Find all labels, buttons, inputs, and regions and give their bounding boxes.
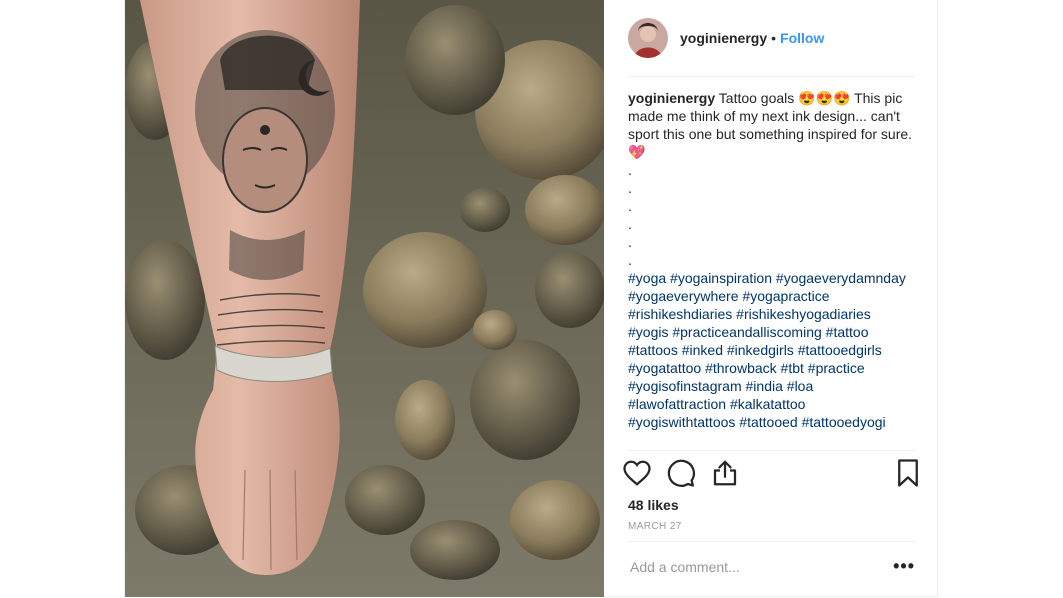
- hashtag-link[interactable]: #yogatattoo: [628, 360, 701, 376]
- comment-button[interactable]: [666, 457, 696, 489]
- hashtag-list: #yoga #yogainspiration #yogaeverydamnday…: [628, 269, 915, 431]
- like-button[interactable]: [622, 457, 652, 489]
- hashtag-link[interactable]: #yogainspiration: [670, 270, 772, 286]
- tattoo-arm-photo: [125, 0, 604, 597]
- hashtag-link[interactable]: #loa: [787, 378, 813, 394]
- instagram-post: yoginienergy • Follow yoginienergy Tatto…: [124, 0, 938, 597]
- hashtag-link[interactable]: #yogiswithtattoos: [628, 414, 735, 430]
- comment-icon: [667, 459, 695, 487]
- hashtag-link[interactable]: #kalkatattoo: [730, 396, 806, 412]
- hashtag-link[interactable]: #tattooed: [739, 414, 797, 430]
- hashtag-link[interactable]: #yoga: [628, 270, 666, 286]
- hashtag-link[interactable]: #tbt: [781, 360, 804, 376]
- post-sidebar: yoginienergy • Follow yoginienergy Tatto…: [604, 0, 939, 597]
- hashtag-link[interactable]: #practice: [808, 360, 865, 376]
- hashtag-link[interactable]: #tattoo: [826, 324, 869, 340]
- hashtag-link[interactable]: #tattooedgirls: [798, 342, 882, 358]
- hashtag-link[interactable]: #rishikeshyogadiaries: [736, 306, 871, 322]
- share-button[interactable]: [710, 457, 740, 489]
- follow-button[interactable]: Follow: [780, 30, 824, 46]
- post-actions: [622, 457, 918, 491]
- hashtag-link[interactable]: #inked: [682, 342, 723, 358]
- hashtag-link[interactable]: #inkedgirls: [727, 342, 794, 358]
- like-count[interactable]: 48 likes: [628, 497, 679, 513]
- header-separator: •: [771, 30, 777, 46]
- caption-divider: [628, 450, 915, 451]
- caption-dot: .: [628, 162, 632, 178]
- share-icon: [713, 460, 737, 486]
- caption-dots: . . . . . .: [628, 161, 915, 269]
- heart-icon: [623, 460, 651, 486]
- hashtag-link[interactable]: #throwback: [705, 360, 777, 376]
- hashtag-link[interactable]: #practiceandalliscoming: [672, 324, 821, 340]
- hashtag-link[interactable]: #yogaeverywhere: [628, 288, 739, 304]
- save-button[interactable]: [893, 457, 923, 489]
- hashtag-link[interactable]: #yogisofinstagram: [628, 378, 742, 394]
- caption-dot: .: [628, 180, 632, 196]
- hashtag-link[interactable]: #yogapractice: [742, 288, 829, 304]
- comment-form: •••: [628, 552, 915, 588]
- more-options-icon[interactable]: •••: [893, 556, 915, 577]
- hashtag-link[interactable]: #yogis: [628, 324, 668, 340]
- hashtag-link[interactable]: #tattoos: [628, 342, 678, 358]
- bookmark-icon: [898, 459, 918, 487]
- caption-dot: .: [628, 198, 632, 214]
- avatar-image: [628, 18, 668, 58]
- caption-username[interactable]: yoginienergy: [628, 90, 715, 106]
- caption-dot: .: [628, 252, 632, 268]
- post-header: yoginienergy • Follow: [628, 16, 915, 60]
- hashtag-link[interactable]: #lawofattraction: [628, 396, 726, 412]
- avatar[interactable]: [628, 18, 668, 58]
- hashtag-link[interactable]: #tattooedyogi: [802, 414, 886, 430]
- caption-dot: .: [628, 234, 632, 250]
- post-username[interactable]: yoginienergy: [680, 30, 767, 46]
- caption-dot: .: [628, 216, 632, 232]
- comment-input[interactable]: [628, 558, 862, 576]
- hashtag-link[interactable]: #india: [746, 378, 783, 394]
- header-divider: [628, 76, 915, 77]
- hashtag-link[interactable]: #rishikeshdiaries: [628, 306, 732, 322]
- post-photo[interactable]: [125, 0, 604, 597]
- hashtag-link[interactable]: #yogaeverydamnday: [776, 270, 906, 286]
- post-caption: yoginienergy Tattoo goals 😍😍😍 This pic m…: [628, 89, 915, 431]
- post-date[interactable]: MARCH 27: [628, 521, 682, 532]
- comment-divider: [628, 541, 915, 542]
